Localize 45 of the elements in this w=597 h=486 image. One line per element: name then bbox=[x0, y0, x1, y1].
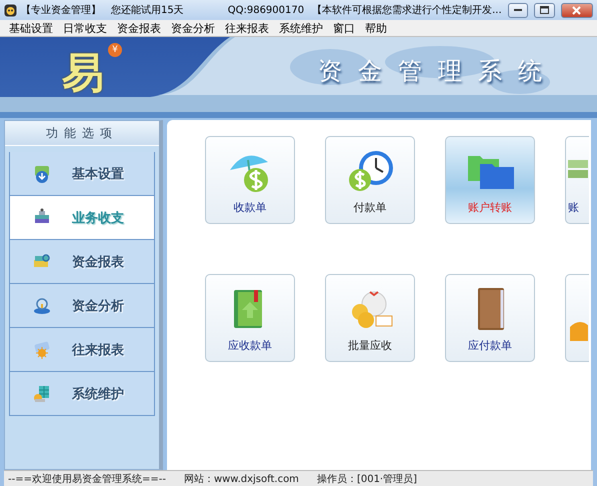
trial-notice: 您还能试用15天 bbox=[111, 4, 184, 17]
logo-character: 易 bbox=[62, 47, 104, 99]
clock-dollar-icon bbox=[346, 148, 394, 194]
function-tile[interactable]: 应收款单 bbox=[205, 274, 295, 362]
menu-item[interactable]: 日常收支 bbox=[58, 20, 112, 36]
menu-item[interactable]: 窗口 bbox=[328, 20, 360, 36]
sidebar-item[interactable]: 往来报表 bbox=[9, 328, 155, 372]
function-tile[interactable] bbox=[565, 274, 589, 362]
window-title: 【专业资金管理】 bbox=[21, 4, 101, 17]
sidebar-item[interactable]: 资金报表 bbox=[9, 240, 155, 284]
function-tile[interactable]: 批量应收 bbox=[325, 274, 415, 362]
close-icon bbox=[572, 6, 582, 14]
panel-header: 功能选项 bbox=[5, 121, 159, 146]
maximize-icon bbox=[540, 6, 549, 14]
function-tile[interactable]: 付款单 bbox=[325, 136, 415, 224]
menu-item[interactable]: 基础设置 bbox=[4, 20, 58, 36]
banner-title: 资金管理系统 bbox=[318, 56, 558, 87]
minimize-icon bbox=[514, 9, 522, 11]
menu-item[interactable]: 资金分析 bbox=[166, 20, 220, 36]
menu-item[interactable]: 往来报表 bbox=[220, 20, 274, 36]
custom-dev-notice: 【本软件可根据您需求进行个性定制开发... bbox=[312, 4, 502, 17]
menu-item[interactable]: 系统维护 bbox=[274, 20, 328, 36]
function-tile[interactable]: 收款单 bbox=[205, 136, 295, 224]
app-icon bbox=[4, 4, 17, 16]
function-tile[interactable]: 应付款单 bbox=[445, 274, 535, 362]
menu-item[interactable]: 资金报表 bbox=[112, 20, 166, 36]
status-text: 操作员：[001·管理员] bbox=[316, 472, 418, 486]
function-icon bbox=[32, 296, 52, 316]
sidebar-item[interactable]: 基本设置 bbox=[9, 152, 155, 196]
status-text: 网站：www.dxjsoft.com bbox=[184, 472, 299, 486]
sidebar-item[interactable]: 系统维护 bbox=[9, 372, 155, 416]
function-icon bbox=[32, 340, 52, 360]
yen-badge: ¥ bbox=[108, 43, 122, 57]
sidebar-item[interactable]: 资金分析 bbox=[9, 284, 155, 328]
function-icon bbox=[32, 164, 52, 184]
qq-number: QQ:986900170 bbox=[228, 4, 304, 16]
status-text: --==欢迎使用易资金管理系统==-- bbox=[8, 472, 166, 486]
minimize-button[interactable] bbox=[508, 2, 528, 18]
maximize-button[interactable] bbox=[534, 2, 555, 18]
close-button[interactable] bbox=[560, 2, 593, 18]
partial-object-icon bbox=[568, 319, 588, 341]
function-tile[interactable]: 账 bbox=[565, 136, 589, 224]
function-icon bbox=[32, 384, 52, 404]
sidebar-item[interactable]: 业务收支 bbox=[9, 196, 155, 240]
menu-item[interactable]: 帮助 bbox=[360, 20, 392, 36]
